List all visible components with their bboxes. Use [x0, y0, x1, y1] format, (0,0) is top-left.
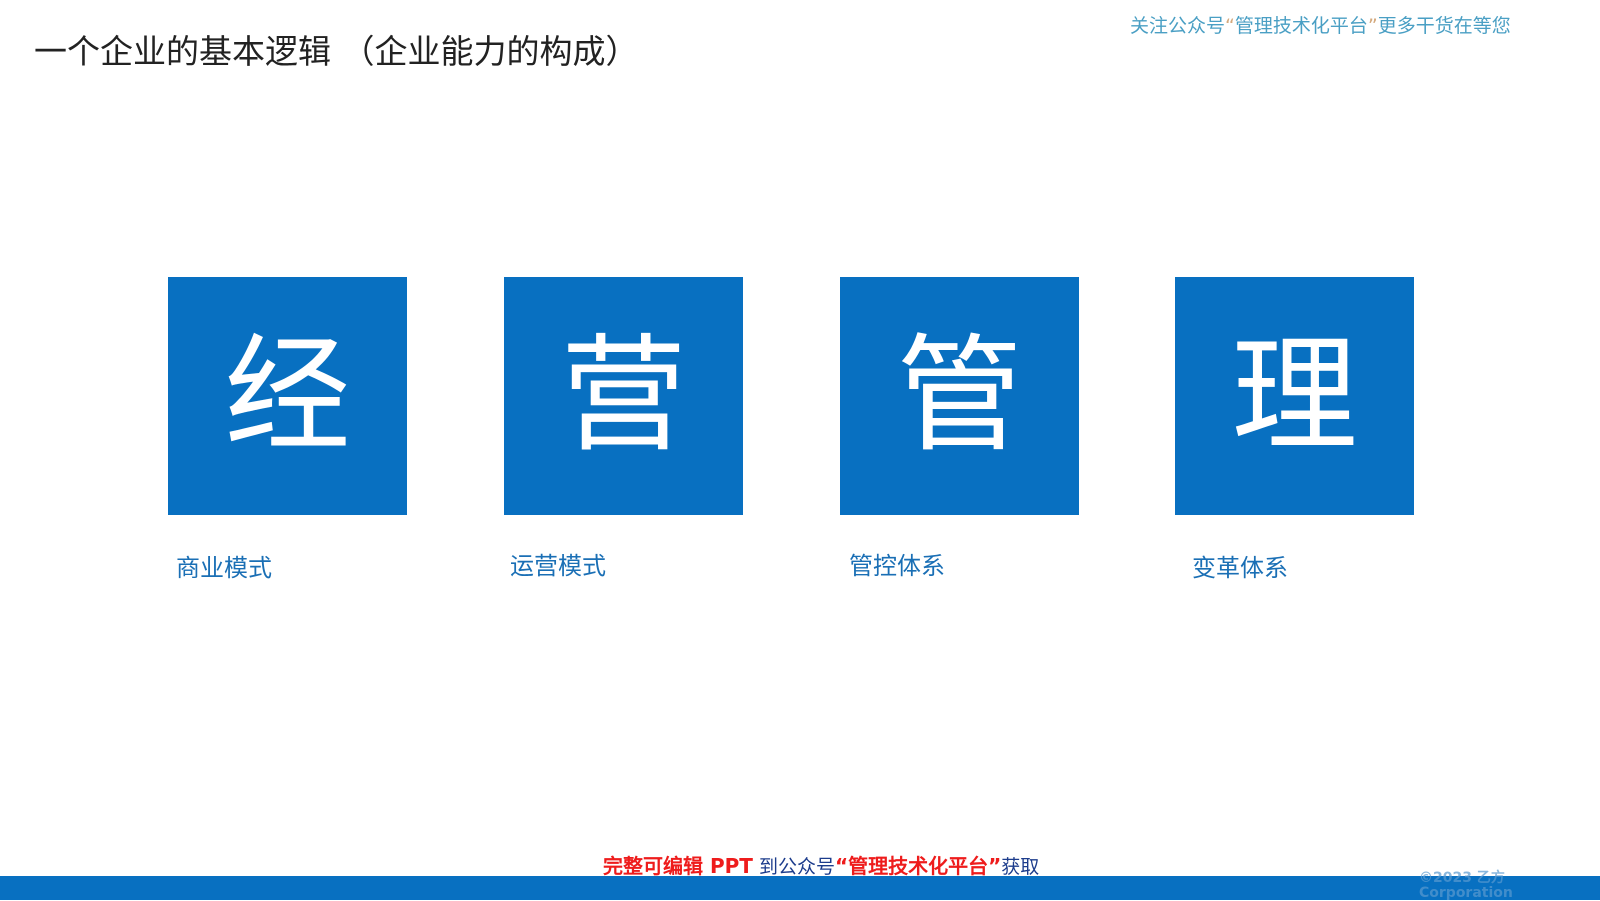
tile-caption-business-model: 商业模式	[176, 554, 272, 582]
tile-caption-operation-model: 运营模式	[510, 552, 606, 580]
promo-banner: 关注公众号“管理技术化平台”更多干货在等您	[1130, 11, 1511, 38]
promo-suffix: 更多干货在等您	[1377, 15, 1511, 37]
footer-close-quote: ”	[988, 854, 1002, 878]
footer-middle: 到公众号	[752, 856, 835, 878]
tile-caption-reform-system: 变革体系	[1192, 554, 1288, 582]
tile-caption-control-system: 管控体系	[849, 552, 945, 580]
footer-highlight: 完整可编辑 PPT	[603, 854, 753, 878]
tile-jing: 经	[168, 277, 407, 515]
promo-prefix: 关注公众号	[1130, 15, 1226, 37]
tile-char: 营	[560, 322, 687, 469]
footer-open-quote: “	[834, 854, 849, 878]
tile-char: 管	[896, 322, 1023, 469]
page-title: 一个企业的基本逻辑 （企业能力的构成）	[34, 32, 639, 71]
tile-li: 理	[1175, 277, 1414, 515]
tile-char: 经	[224, 322, 351, 469]
promo-platform-name: 管理技术化平台	[1234, 15, 1368, 37]
copyright-notice: ©2023 乙方 Corporation	[1419, 871, 1513, 901]
footer-end: 获取	[1001, 856, 1040, 878]
copyright-line1: ©2023 乙方	[1419, 870, 1505, 886]
footer-note: 完整可编辑 PPT 到公众号“管理技术化平台”获取	[603, 850, 1039, 879]
promo-open-quote: “	[1225, 15, 1235, 37]
tile-guan: 管	[840, 277, 1079, 515]
tile-char: 理	[1231, 322, 1358, 469]
tile-ying: 营	[504, 277, 743, 515]
bottom-bar	[0, 876, 1600, 900]
promo-close-quote: ”	[1367, 15, 1378, 37]
footer-platform-name: 管理技术化平台	[848, 854, 989, 878]
copyright-line2: Corporation	[1419, 885, 1513, 901]
